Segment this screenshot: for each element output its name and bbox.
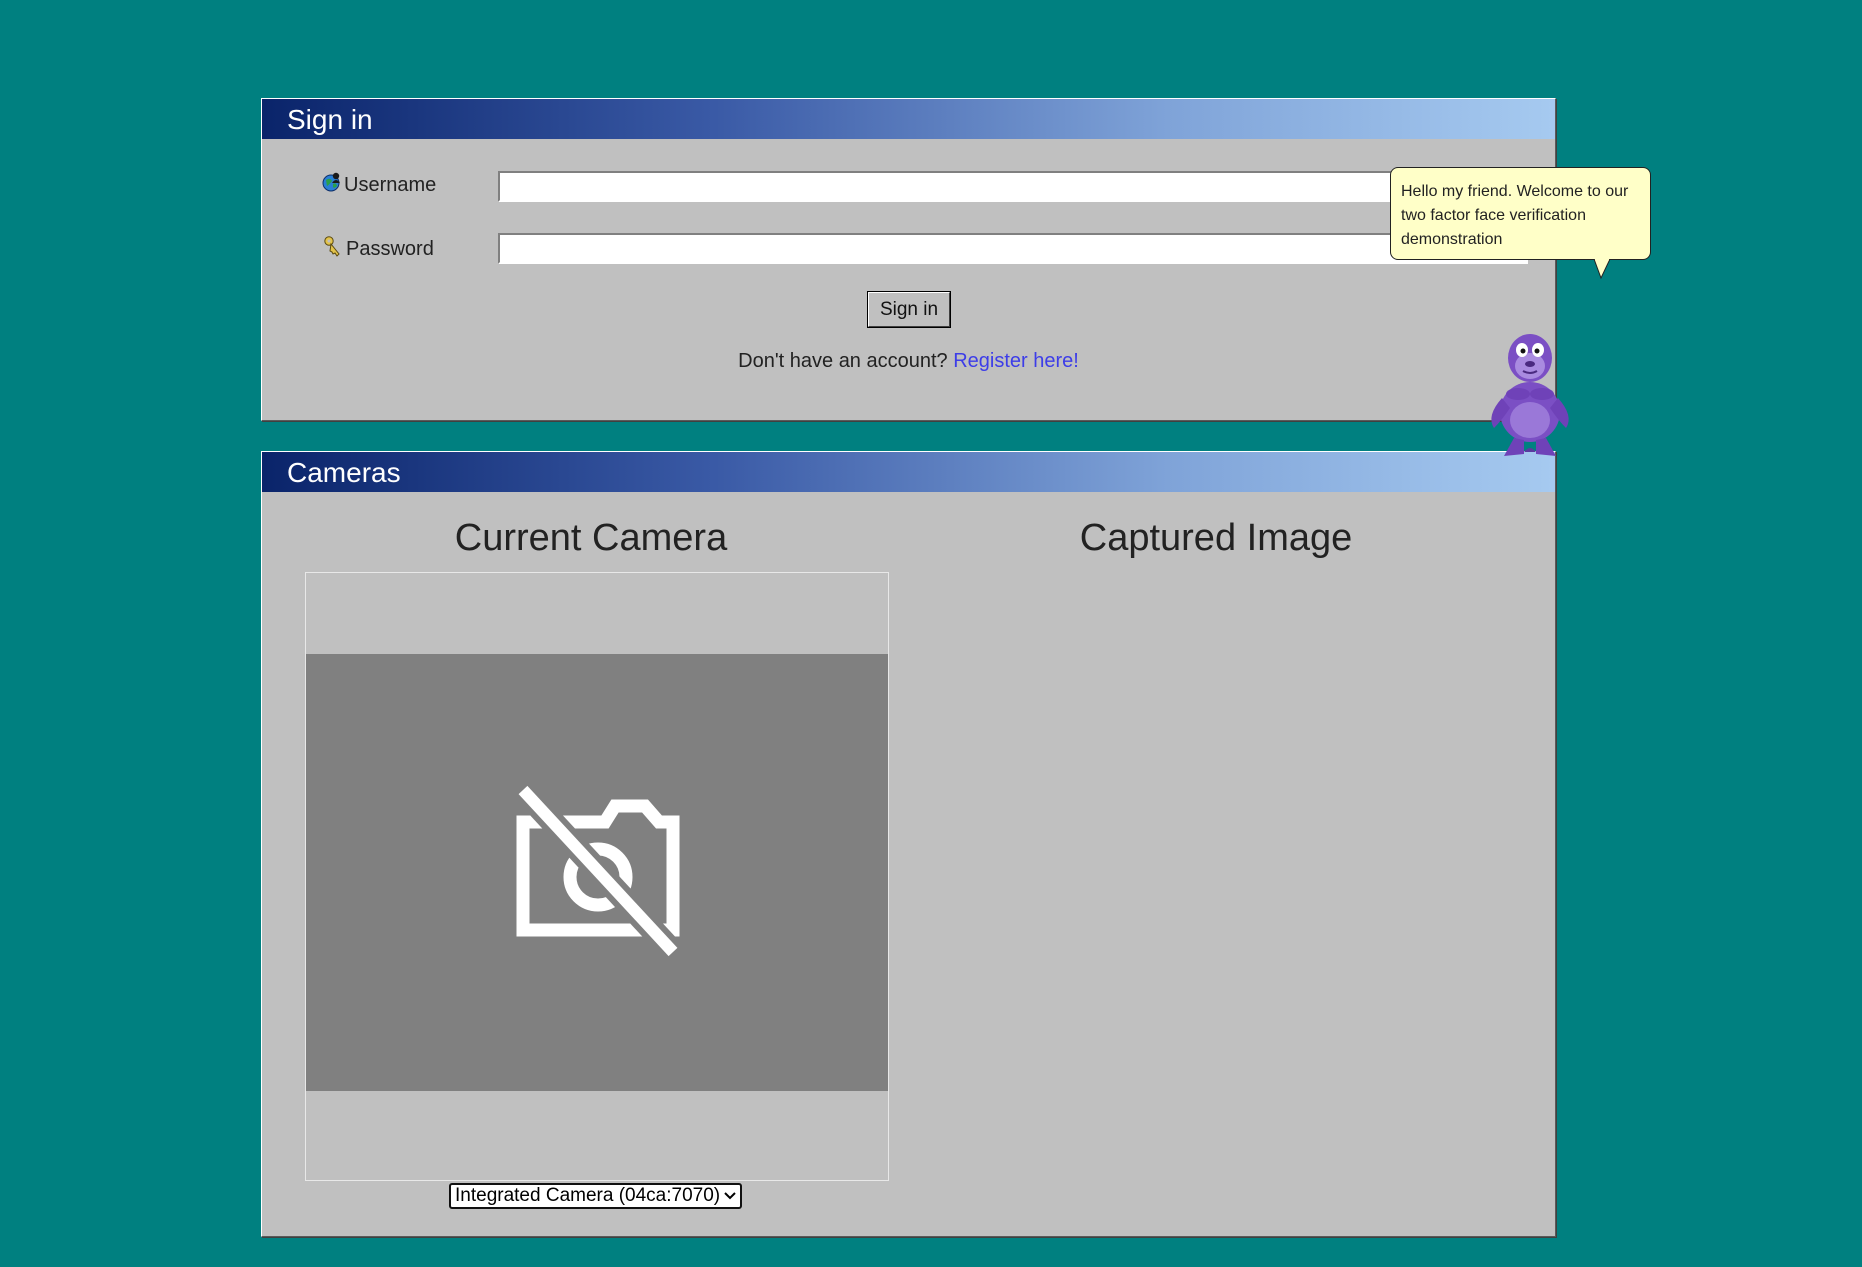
signin-button[interactable]: Sign in	[867, 291, 951, 328]
password-input[interactable]	[498, 233, 1528, 264]
cameras-window: Cameras Current Camera Captured Image In…	[261, 451, 1556, 1237]
key-icon	[322, 235, 344, 263]
globe-user-icon	[322, 171, 342, 199]
assistant-speech-bubble: Hello my friend. Welcome to our two fact…	[1390, 167, 1651, 260]
speech-bubble-tail	[1593, 259, 1611, 280]
signin-titlebar: Sign in	[262, 99, 1555, 139]
password-label-row: Password	[322, 235, 434, 263]
purple-gorilla-assistant[interactable]	[1480, 328, 1580, 463]
camera-feed	[306, 654, 888, 1091]
signin-window: Sign in Username Password Sign in Don't …	[261, 98, 1556, 421]
cameras-title: Cameras	[287, 457, 401, 488]
username-input[interactable]	[498, 171, 1528, 202]
camera-select[interactable]: Integrated Camera (04ca:7070)	[449, 1183, 742, 1209]
register-line: Don't have an account? Register here!	[262, 350, 1555, 373]
current-camera-title: Current Camera	[454, 517, 728, 559]
username-label-row: Username	[322, 171, 436, 199]
signin-title: Sign in	[287, 104, 373, 135]
register-prompt: Don't have an account?	[738, 350, 948, 372]
chevron-down-icon	[724, 1185, 736, 1207]
username-label: Username	[344, 173, 437, 196]
register-link[interactable]: Register here!	[953, 350, 1079, 372]
camera-off-icon	[507, 780, 687, 965]
camera-select-value: Integrated Camera (04ca:7070)	[455, 1185, 721, 1206]
camera-preview-frame	[305, 572, 889, 1181]
password-label: Password	[346, 237, 434, 260]
captured-image-title: Captured Image	[1079, 517, 1353, 559]
cameras-titlebar: Cameras	[262, 452, 1555, 492]
